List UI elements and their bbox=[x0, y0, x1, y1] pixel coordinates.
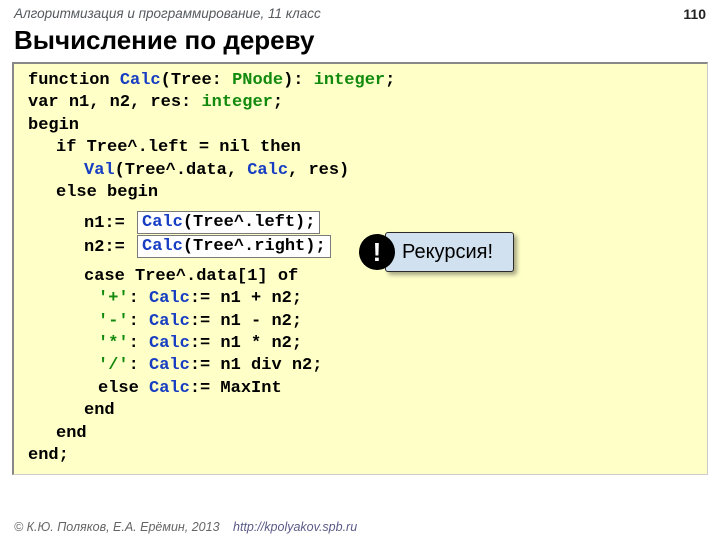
callout-text: Рекурсия! bbox=[385, 232, 514, 272]
code-line: '-': Calc:= n1 - n2; bbox=[28, 311, 697, 333]
function-name: Calc bbox=[142, 213, 183, 232]
function-name: Calc bbox=[149, 356, 190, 375]
function-name: Calc bbox=[149, 379, 190, 398]
keyword: var bbox=[28, 93, 69, 112]
code-line: function Calc(Tree: PNode): integer; bbox=[28, 70, 697, 92]
text: (Tree^.left); bbox=[183, 213, 316, 232]
code-block: function Calc(Tree: PNode): integer; var… bbox=[12, 62, 708, 475]
text: n1, n2, res: bbox=[69, 93, 202, 112]
footer: © К.Ю. Поляков, Е.А. Ерёмин, 2013 http:/… bbox=[14, 520, 357, 534]
type-name: PNode bbox=[232, 71, 283, 90]
highlight-box: Calc(Tree^.right); bbox=[137, 235, 331, 258]
text: := n1 bbox=[190, 356, 251, 375]
text: : bbox=[129, 334, 149, 353]
string-literal: '/' bbox=[98, 356, 129, 375]
function-name: Calc bbox=[142, 237, 183, 256]
code-line: var n1, n2, res: integer; bbox=[28, 92, 697, 114]
text: ; bbox=[273, 93, 283, 112]
text: n2:= bbox=[84, 238, 135, 257]
text: n2; bbox=[282, 356, 323, 375]
keyword: function bbox=[28, 71, 120, 90]
page-title: Вычисление по дереву bbox=[0, 23, 720, 62]
keyword: div bbox=[251, 356, 282, 375]
function-name: Calc bbox=[149, 312, 190, 331]
function-name: Val bbox=[84, 161, 115, 180]
text: (Tree^.data, bbox=[115, 161, 248, 180]
text: := n1 + n2; bbox=[190, 289, 302, 308]
function-name: Calc bbox=[247, 161, 288, 180]
header: 110 Алгоритмизация и программирование, 1… bbox=[0, 0, 720, 23]
page-number: 110 bbox=[683, 6, 706, 22]
type-name: integer bbox=[314, 71, 385, 90]
exclamation-icon: ! bbox=[359, 234, 395, 270]
code-line: else begin bbox=[28, 182, 697, 204]
string-literal: '-' bbox=[98, 312, 129, 331]
code-line: '/': Calc:= n1 div n2; bbox=[28, 355, 697, 377]
text: : bbox=[129, 312, 149, 331]
text: , res) bbox=[288, 161, 349, 180]
type-name: integer bbox=[201, 93, 272, 112]
string-literal: '*' bbox=[98, 334, 129, 353]
text: := n1 - n2; bbox=[190, 312, 302, 331]
footer-url: http://kpolyakov.spb.ru bbox=[233, 520, 357, 534]
code-line: if Tree^.left = nil then bbox=[28, 137, 697, 159]
text: (Tree: bbox=[161, 71, 232, 90]
function-name: Calc bbox=[149, 289, 190, 308]
code-line: end; bbox=[28, 445, 697, 467]
text: n1:= bbox=[84, 214, 135, 233]
text: : bbox=[129, 289, 149, 308]
code-line: '*': Calc:= n1 * n2; bbox=[28, 333, 697, 355]
text: (Tree^.right); bbox=[183, 237, 326, 256]
text: := MaxInt bbox=[190, 379, 282, 398]
text: := n1 * n2; bbox=[190, 334, 302, 353]
code-line: Val(Tree^.data, Calc, res) bbox=[28, 160, 697, 182]
code-line: else Calc:= MaxInt bbox=[28, 378, 697, 400]
function-name: Calc bbox=[120, 71, 161, 90]
text: ): bbox=[283, 71, 314, 90]
keyword: case bbox=[84, 267, 135, 286]
text: : bbox=[129, 356, 149, 375]
keyword: of bbox=[278, 267, 298, 286]
highlight-box: Calc(Tree^.left); bbox=[137, 211, 320, 234]
text: Tree^.data[1] bbox=[135, 267, 278, 286]
string-literal: '+' bbox=[98, 289, 129, 308]
function-name: Calc bbox=[149, 334, 190, 353]
text: Tree^.left = bbox=[87, 138, 220, 157]
recursion-callout: ! Рекурсия! bbox=[359, 232, 514, 272]
copyright: © К.Ю. Поляков, Е.А. Ерёмин, 2013 bbox=[14, 520, 220, 534]
text: ; bbox=[385, 71, 395, 90]
keyword: else bbox=[98, 379, 149, 398]
course-title: Алгоритмизация и программирование, 11 кл… bbox=[14, 6, 321, 21]
code-line: begin bbox=[28, 115, 697, 137]
code-line: end bbox=[28, 400, 697, 422]
code-line: '+': Calc:= n1 + n2; bbox=[28, 288, 697, 310]
keyword: nil then bbox=[219, 138, 301, 157]
keyword: if bbox=[56, 138, 87, 157]
code-line: end bbox=[28, 423, 697, 445]
